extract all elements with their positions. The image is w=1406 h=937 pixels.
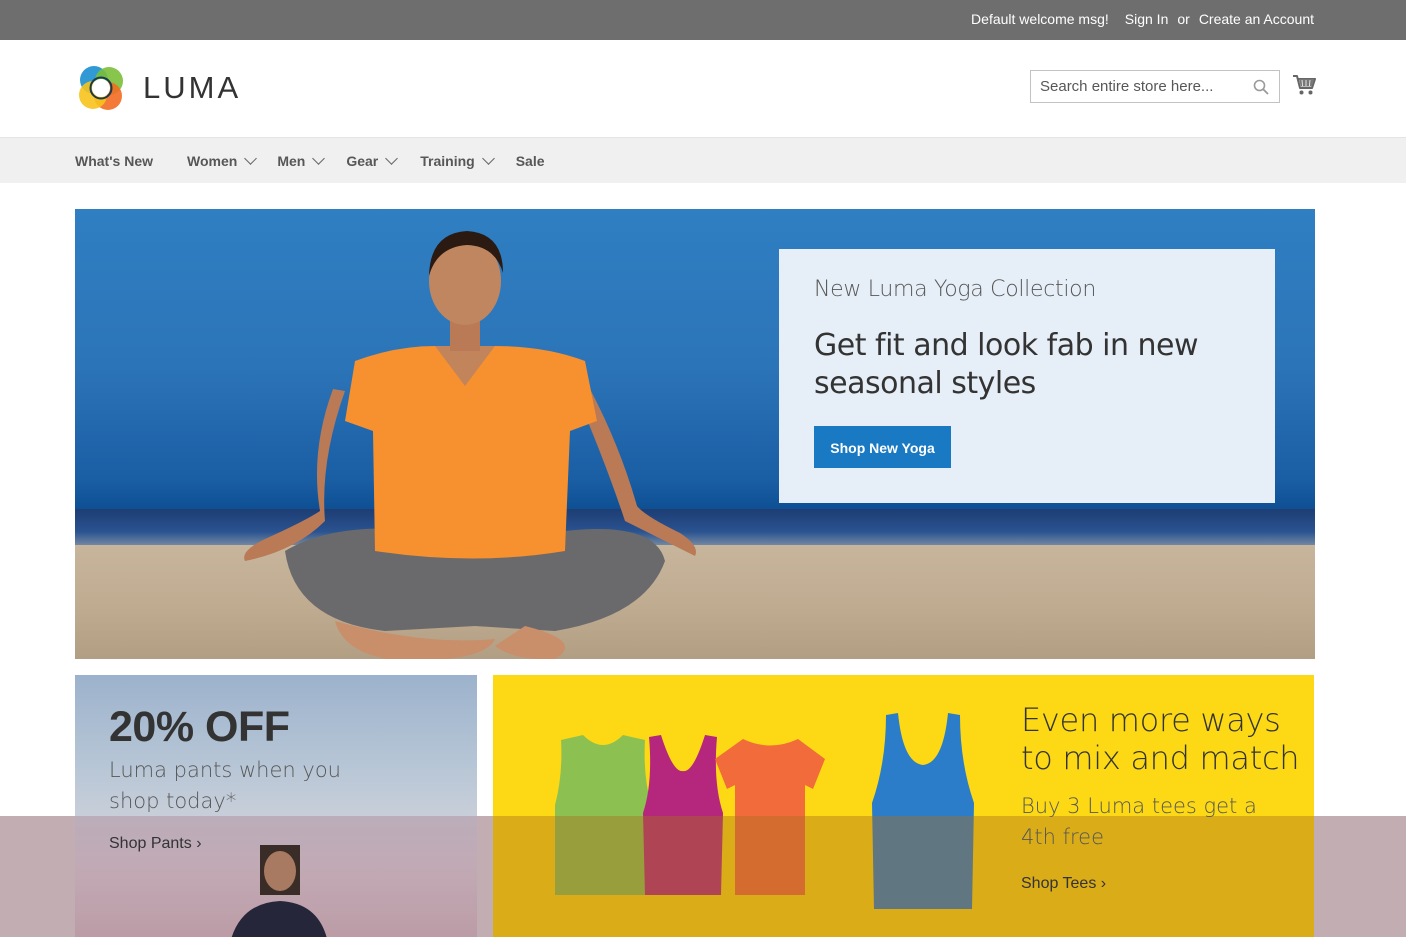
hero-card: New Luma Yoga Collection Get fit and loo… [779, 249, 1275, 503]
nav-item-label: Gear [346, 153, 379, 169]
hero-banner[interactable]: New Luma Yoga Collection Get fit and loo… [75, 209, 1315, 659]
top-bar: Default welcome msg! Sign In or Create a… [0, 0, 1406, 40]
bottom-overlay-right [1314, 816, 1406, 937]
page-header: LUMA [0, 40, 1406, 137]
shop-new-yoga-button[interactable]: Shop New Yoga [814, 426, 951, 468]
promo-discount: 20% OFF [109, 703, 290, 751]
chevron-right-icon: › [196, 835, 202, 852]
sign-in-link[interactable]: Sign In [1125, 11, 1169, 27]
chevron-down-icon [244, 152, 258, 165]
cart-icon[interactable] [1292, 73, 1316, 97]
luma-logo-icon [79, 66, 123, 110]
nav-item-men[interactable]: Men [277, 152, 326, 169]
tees-promo-title: Even more ways to mix and match [1021, 701, 1300, 777]
hero-subtitle: New Luma Yoga Collection [814, 277, 1096, 302]
shop-pants-link[interactable]: Shop Pants › [109, 835, 202, 853]
promo-description: Luma pants when you shop today* [109, 758, 341, 813]
chevron-down-icon [481, 152, 495, 165]
nav-item-label: Women [187, 153, 238, 169]
store-logo[interactable]: LUMA [75, 62, 241, 114]
bottom-overlay-gap [477, 816, 493, 937]
chevron-down-icon [385, 152, 399, 165]
or-separator: or [1177, 11, 1190, 27]
pants-promo-block[interactable]: 20% OFF Luma pants when you shop today* … [75, 675, 477, 937]
hero-headline: Get fit and look fab in new seasonal sty… [814, 328, 1199, 401]
create-account-link[interactable]: Create an Account [1199, 11, 1314, 27]
nav-item-women[interactable]: Women [187, 152, 258, 169]
nav-item-label: Men [277, 153, 306, 169]
nav-item-label: What's New [75, 153, 154, 169]
bottom-overlay-left [0, 816, 75, 937]
search-box [1030, 70, 1280, 103]
shop-pants-label: Shop Pants [109, 835, 192, 852]
tees-promo-description: Buy 3 Luma tees get a 4th free [1021, 794, 1257, 849]
chevron-right-icon: › [1100, 875, 1107, 892]
nav-item-gear[interactable]: Gear [346, 152, 399, 169]
logo-text: LUMA [143, 70, 242, 105]
header-links: Default welcome msg! Sign In or Create a… [971, 11, 1314, 27]
search-input[interactable] [1031, 71, 1241, 102]
nav-item-whats-new[interactable]: What's New [75, 153, 153, 169]
shop-tees-label: Shop Tees [1021, 875, 1097, 892]
nav-item-label: Sale [515, 153, 545, 169]
chevron-down-icon [312, 152, 326, 165]
yoga-woman-image [244, 231, 696, 659]
nav-item-sale[interactable]: Sale [516, 153, 545, 169]
search-icon[interactable] [1253, 79, 1269, 95]
shop-tees-link[interactable]: Shop Tees › [1021, 875, 1106, 893]
nav-item-training[interactable]: Training [420, 152, 495, 169]
welcome-message: Default welcome msg! [971, 11, 1109, 27]
nav-item-label: Training [420, 153, 475, 169]
main-navigation: What's New Women Men Gear Training Sale [0, 137, 1406, 183]
man-image [231, 845, 327, 937]
tees-promo-block[interactable]: Even more ways to mix and match Buy 3 Lu… [493, 675, 1314, 937]
